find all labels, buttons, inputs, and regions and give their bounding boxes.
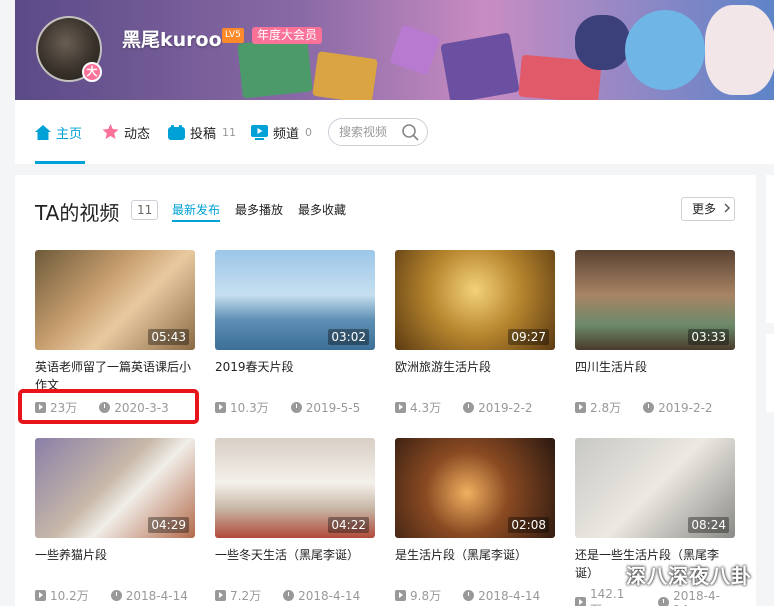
tab-channel-label: 频道 — [273, 126, 300, 142]
active-sort-indicator — [172, 220, 220, 222]
play-count-icon — [575, 597, 586, 606]
play-count-icon — [215, 402, 226, 413]
video-duration: 03:33 — [688, 329, 729, 345]
video-card[interactable]: 04:29 一些养猫片段 10.2万 2018-4-14 — [35, 438, 195, 604]
chevron-right-icon — [724, 203, 730, 213]
clock-icon — [463, 590, 475, 601]
tab-latest[interactable]: 最新发布 — [172, 201, 220, 218]
profile-nav: 主页 动态 投稿 11 频道 0 搜索视频 — [15, 100, 774, 164]
video-title[interactable]: 四川生活片段 — [575, 358, 735, 394]
video-thumbnail[interactable]: 03:02 — [215, 250, 375, 350]
video-thumbnail[interactable]: 08:24 — [575, 438, 735, 538]
clock-icon — [110, 590, 122, 601]
tab-most-favorited[interactable]: 最多收藏 — [298, 201, 346, 218]
video-title[interactable]: 欧洲旅游生活片段 — [395, 358, 555, 394]
play-count: 4.3万 — [410, 401, 442, 415]
video-title[interactable]: 2019春天片段 — [215, 358, 375, 394]
search-icon[interactable] — [402, 124, 419, 141]
watermark: 深八深夜八卦 — [598, 560, 752, 589]
level-badge: LV5 — [222, 28, 244, 43]
watermark-text: 深八深夜八卦 — [626, 564, 752, 588]
video-thumbnail[interactable]: 03:33 — [575, 250, 735, 350]
video-thumbnail[interactable]: 05:43 — [35, 250, 195, 350]
play-count-icon — [395, 402, 406, 413]
video-duration: 08:24 — [688, 517, 729, 533]
tab-dynamic-label: 动态 — [124, 126, 151, 142]
tab-home-label: 主页 — [56, 126, 83, 142]
play-count: 10.3万 — [230, 401, 269, 415]
play-count-icon — [215, 590, 226, 601]
clock-icon — [643, 402, 655, 413]
posts-count: 11 — [222, 125, 237, 139]
clock-icon — [290, 402, 302, 413]
section-title: TA的视频 — [35, 201, 120, 225]
clock-icon — [658, 597, 670, 606]
video-duration: 04:29 — [148, 517, 189, 533]
play-count: 142.1万 — [589, 587, 625, 606]
video-title[interactable]: 一些冬天生活（黑尾李诞） — [215, 546, 375, 582]
video-card[interactable]: 02:08 是生活片段（黑尾李诞） 9.8万 2018-4-14 — [395, 438, 555, 604]
vip-avatar-badge: 大 — [82, 62, 102, 82]
play-count: 2.8万 — [590, 401, 622, 415]
posts-icon — [168, 124, 185, 140]
sidebar-card — [766, 334, 774, 412]
home-icon — [35, 124, 51, 140]
tab-posts[interactable]: 投稿 11 — [168, 122, 236, 142]
vip-badge[interactable]: 年度大会员 — [252, 27, 323, 44]
search-input[interactable]: 搜索视频 — [328, 118, 428, 146]
play-count-icon — [575, 402, 586, 413]
play-count: 10.2万 — [50, 589, 89, 603]
sidebar-card — [766, 175, 774, 323]
active-tab-indicator — [35, 161, 85, 164]
clock-icon — [283, 590, 295, 601]
tab-home[interactable]: 主页 — [35, 122, 82, 142]
video-duration: 04:22 — [328, 517, 369, 533]
video-card[interactable]: 09:27 欧洲旅游生活片段 4.3万 2019-2-2 — [395, 250, 555, 416]
video-title[interactable]: 一些养猫片段 — [35, 546, 195, 582]
video-count-badge: 11 — [131, 200, 159, 220]
video-card[interactable]: 04:22 一些冬天生活（黑尾李诞） 7.2万 2018-4-14 — [215, 438, 375, 604]
tab-most-played[interactable]: 最多播放 — [235, 201, 283, 218]
upload-date: 2018-4-14 — [125, 588, 188, 603]
video-duration: 02:08 — [508, 517, 549, 533]
channel-icon — [251, 124, 268, 140]
tab-dynamic[interactable]: 动态 — [102, 122, 150, 142]
video-title[interactable]: 是生活片段（黑尾李诞） — [395, 546, 555, 582]
video-card[interactable]: 03:33 四川生活片段 2.8万 2019-2-2 — [575, 250, 735, 416]
upload-date: 2019-2-2 — [658, 400, 713, 415]
upload-date: 2019-5-5 — [305, 400, 361, 415]
video-thumbnail[interactable]: 04:29 — [35, 438, 195, 538]
video-duration: 03:02 — [328, 329, 369, 345]
video-card[interactable]: 03:02 2019春天片段 10.3万 2019-5-5 — [215, 250, 375, 416]
upload-date: 2019-2-2 — [478, 400, 533, 415]
video-thumbnail[interactable]: 09:27 — [395, 250, 555, 350]
dynamic-icon — [102, 124, 119, 139]
video-thumbnail[interactable]: 04:22 — [215, 438, 375, 538]
more-label: 更多 — [692, 202, 717, 216]
upload-date: 2018-4-14 — [478, 588, 541, 603]
play-count-icon — [35, 590, 46, 601]
username: 黑尾kuroo — [122, 29, 222, 51]
play-count: 7.2万 — [230, 589, 262, 603]
tab-posts-label: 投稿 — [190, 126, 217, 142]
channel-count: 0 — [305, 125, 313, 139]
annotation-highlight-box — [18, 389, 199, 424]
video-thumbnail[interactable]: 02:08 — [395, 438, 555, 538]
play-count: 9.8万 — [410, 589, 442, 603]
clock-icon — [463, 402, 475, 413]
video-duration: 09:27 — [508, 329, 549, 345]
wechat-icon — [598, 565, 622, 584]
upload-date: 2018-4-14 — [298, 588, 361, 603]
search-placeholder: 搜索视频 — [339, 125, 388, 139]
video-duration: 05:43 — [148, 329, 189, 345]
more-button[interactable]: 更多 — [681, 197, 735, 221]
upload-date: 2018-4-14 — [673, 588, 720, 606]
tab-channel[interactable]: 频道 0 — [251, 122, 312, 142]
play-count-icon — [395, 590, 406, 601]
